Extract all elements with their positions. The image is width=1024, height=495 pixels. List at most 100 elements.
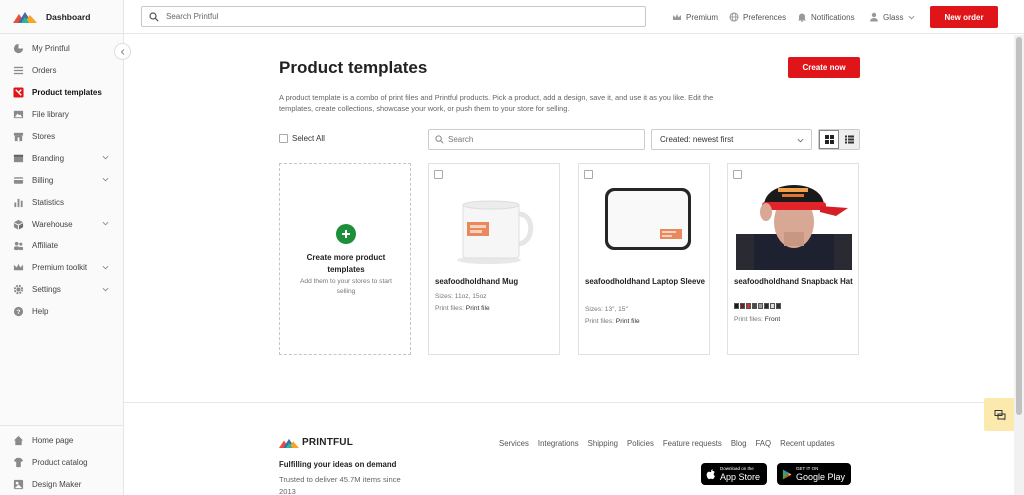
create-template-card[interactable]: Create more product templates Add them t… bbox=[279, 163, 411, 355]
template-card[interactable]: seafoodholdhand Laptop Sleeve Sizes: 13″… bbox=[578, 163, 710, 355]
sidebar-item-statistics[interactable]: Statistics bbox=[0, 191, 123, 213]
sidebar-item-product-catalog[interactable]: Product catalog bbox=[0, 451, 123, 473]
footer-logo[interactable]: PRINTFUL bbox=[279, 437, 353, 448]
card-title: seafoodholdhand Laptop Sleeve bbox=[585, 277, 705, 286]
sidebar-item-label: Settings bbox=[32, 285, 61, 295]
scrollbar-thumb[interactable] bbox=[1016, 37, 1022, 415]
sidebar-item-branding[interactable]: Branding bbox=[0, 147, 123, 169]
chevron-down-icon[interactable] bbox=[102, 264, 109, 271]
google-play-badge[interactable]: GET IT ON Google Play bbox=[777, 463, 851, 485]
template-card[interactable]: seafoodholdhand Mug Sizes: 11oz, 15oz Pr… bbox=[428, 163, 560, 355]
sidebar-collapse-button[interactable] bbox=[114, 43, 131, 60]
google-play-large: Google Play bbox=[796, 472, 846, 482]
chevron-down-icon[interactable] bbox=[102, 286, 109, 293]
global-search-input[interactable] bbox=[166, 12, 636, 21]
sidebar-item-label: Billing bbox=[32, 175, 54, 185]
chevron-down-icon[interactable] bbox=[102, 154, 109, 161]
card-title: seafoodholdhand Mug bbox=[435, 277, 519, 286]
checkbox[interactable] bbox=[279, 134, 288, 143]
global-search[interactable] bbox=[141, 6, 646, 27]
user-icon bbox=[870, 12, 878, 22]
sidebar: Dashboard My Printful Orders Product tem… bbox=[0, 0, 124, 495]
view-toggle bbox=[818, 129, 860, 150]
sidebar-item-home-page[interactable]: Home page bbox=[0, 429, 123, 451]
footer-link[interactable]: Services bbox=[499, 439, 529, 448]
footer-link[interactable]: Policies bbox=[627, 439, 654, 448]
footer-link[interactable]: Feature requests bbox=[663, 439, 722, 448]
chevron-down-icon bbox=[909, 15, 915, 19]
template-search[interactable] bbox=[428, 129, 645, 150]
printful-logo-icon bbox=[279, 438, 299, 448]
sidebar-item-affiliate[interactable]: Affiliate bbox=[0, 235, 123, 257]
sidebar-item-warehouse[interactable]: Warehouse bbox=[0, 213, 123, 235]
credit-card-icon bbox=[13, 175, 24, 186]
sidebar-item-stores[interactable]: Stores bbox=[0, 126, 123, 148]
crown-icon bbox=[673, 14, 681, 20]
search-icon bbox=[149, 11, 159, 22]
print-files-label: Print files: bbox=[734, 316, 763, 323]
sidebar-item-premium-toolkit[interactable]: Premium toolkit bbox=[0, 257, 123, 279]
sidebar-item-product-templates[interactable]: Product templates bbox=[0, 82, 123, 104]
sidebar-item-design-maker[interactable]: Design Maker bbox=[0, 473, 123, 495]
create-now-button[interactable]: Create now bbox=[788, 57, 860, 78]
print-files-label: Print files: bbox=[585, 318, 614, 325]
list-view-button[interactable] bbox=[839, 130, 859, 149]
card-checkbox[interactable] bbox=[434, 170, 443, 179]
chat-button[interactable] bbox=[984, 398, 1016, 431]
sidebar-item-label: Help bbox=[32, 307, 49, 317]
chevron-left-icon bbox=[120, 48, 124, 55]
page-title: Product templates bbox=[279, 58, 428, 77]
boxes-icon bbox=[13, 219, 24, 230]
preferences-link[interactable]: Preferences bbox=[729, 12, 786, 22]
chevron-down-icon[interactable] bbox=[102, 220, 109, 227]
sidebar-item-help[interactable]: ? Help bbox=[0, 301, 123, 323]
list-view-icon bbox=[844, 135, 854, 144]
sidebar-nav: My Printful Orders Product templates Fil… bbox=[0, 34, 123, 323]
page-scrollbar[interactable] bbox=[1014, 35, 1024, 495]
search-icon bbox=[435, 135, 444, 144]
user-name: Glass bbox=[883, 12, 904, 22]
svg-text:?: ? bbox=[17, 309, 21, 316]
card-title: seafoodholdhand Snapback Hat bbox=[734, 277, 853, 286]
footer-link[interactable]: Shipping bbox=[588, 439, 618, 448]
app-store-badge[interactable]: Download on the App Store bbox=[701, 463, 767, 485]
sidebar-brand[interactable]: Dashboard bbox=[0, 0, 123, 34]
chevron-down-icon[interactable] bbox=[102, 176, 109, 183]
color-swatches bbox=[734, 303, 782, 309]
user-menu[interactable]: Glass bbox=[869, 12, 915, 22]
sidebar-item-billing[interactable]: Billing bbox=[0, 169, 123, 191]
shirt-icon bbox=[13, 457, 24, 468]
add-icon[interactable] bbox=[336, 224, 356, 244]
footer-link[interactable]: Recent updates bbox=[780, 439, 835, 448]
gear-icon bbox=[13, 284, 24, 295]
help-icon: ? bbox=[13, 306, 24, 317]
select-all-label: Select All bbox=[292, 134, 325, 143]
card-checkbox[interactable] bbox=[584, 170, 593, 179]
card-print-files: Print files: Print file bbox=[585, 318, 640, 325]
card-print-files: Print files: Print file bbox=[435, 305, 490, 312]
mug-image bbox=[457, 200, 534, 264]
select-all-checkbox[interactable]: Select All bbox=[279, 134, 325, 143]
grid-view-button[interactable] bbox=[819, 130, 840, 149]
sidebar-item-settings[interactable]: Settings bbox=[0, 279, 123, 301]
notifications-link[interactable]: Notifications bbox=[797, 12, 855, 22]
footer: PRINTFUL Services Integrations Shipping … bbox=[124, 402, 1014, 495]
app-store-large: App Store bbox=[720, 472, 761, 482]
sidebar-item-my-printful[interactable]: My Printful bbox=[0, 38, 123, 60]
sidebar-item-label: Design Maker bbox=[32, 479, 82, 489]
footer-link[interactable]: Integrations bbox=[538, 439, 579, 448]
new-order-button[interactable]: New order bbox=[930, 6, 998, 28]
template-search-input[interactable] bbox=[448, 135, 638, 144]
template-card[interactable]: seafoodholdhand Snapback Hat Print files… bbox=[727, 163, 859, 355]
sidebar-item-orders[interactable]: Orders bbox=[0, 60, 123, 82]
chevron-down-icon bbox=[797, 138, 804, 143]
sidebar-item-file-library[interactable]: File library bbox=[0, 104, 123, 126]
footer-link[interactable]: Blog bbox=[731, 439, 747, 448]
card-checkbox[interactable] bbox=[733, 170, 742, 179]
premium-link[interactable]: Premium bbox=[672, 12, 718, 22]
google-play-text: GET IT ON Google Play bbox=[796, 466, 845, 482]
sort-dropdown[interactable]: Created: newest first bbox=[651, 129, 812, 150]
footer-link[interactable]: FAQ bbox=[755, 439, 771, 448]
product-templates-icon bbox=[13, 87, 24, 98]
footer-trusted: Trusted to deliver 45.7M items since 201… bbox=[279, 475, 401, 495]
